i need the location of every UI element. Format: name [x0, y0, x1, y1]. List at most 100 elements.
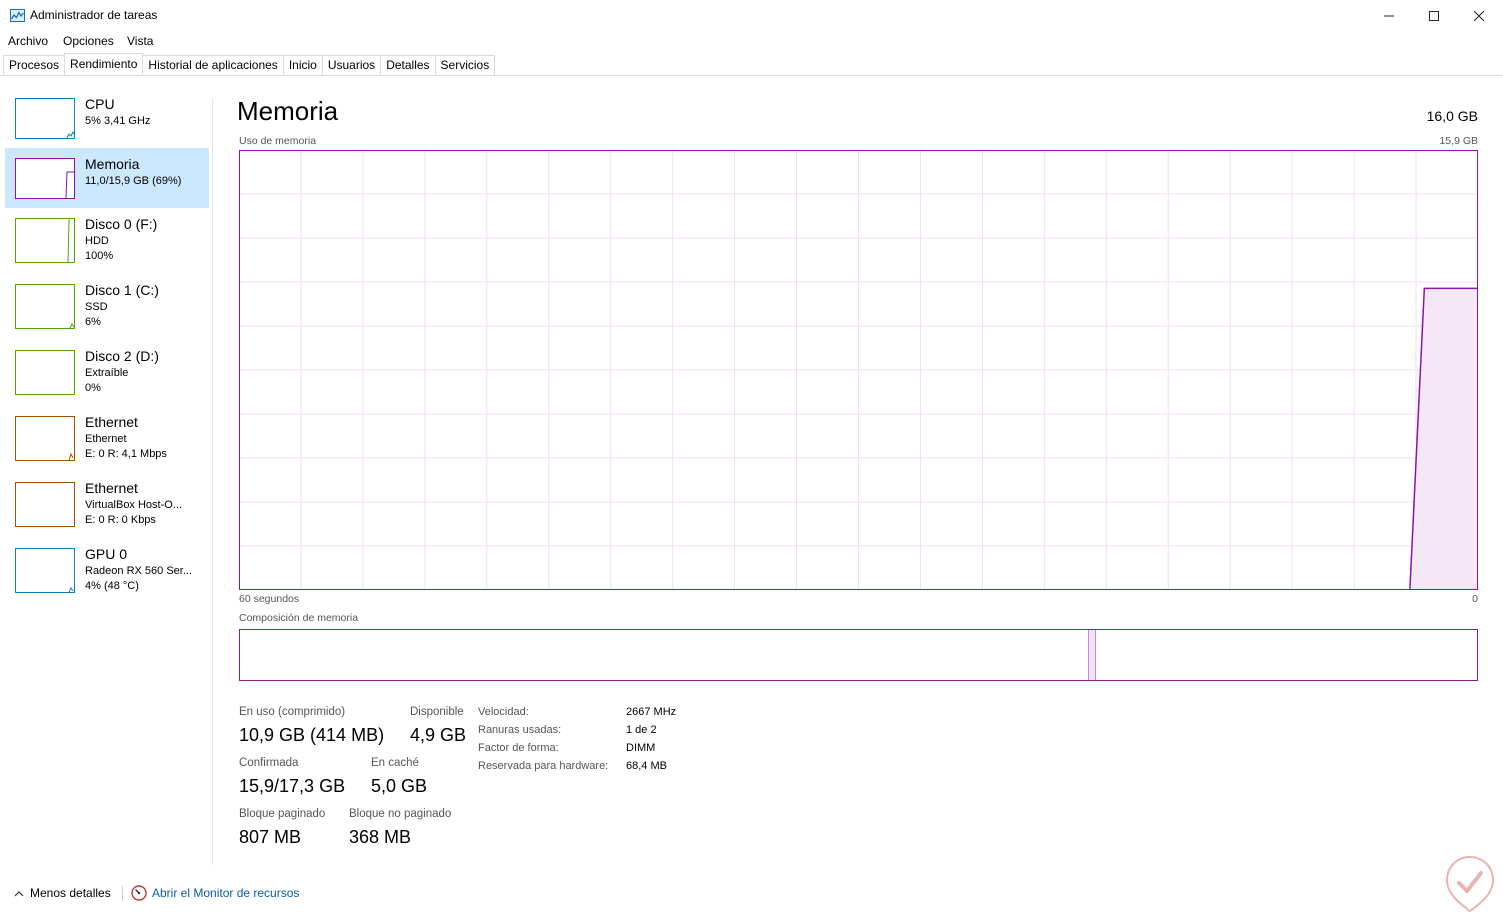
- nonpaged-pool-value: 368 MB: [349, 827, 412, 847]
- speed-value: 2667 MHz: [626, 706, 677, 718]
- sidebar-item-cpu[interactable]: CPU 5% 3,41 GHz: [5, 88, 209, 148]
- minimize-button[interactable]: [1366, 0, 1412, 31]
- maximize-icon: [1429, 10, 1439, 21]
- sidebar-item-detail: Ethernet: [85, 433, 127, 445]
- sidebar-item-name: CPU: [85, 96, 115, 112]
- tab-usuarios[interactable]: Usuarios: [321, 55, 382, 76]
- committed-value: 15,9/17,3 GB: [239, 776, 346, 796]
- available-label: Disponible: [410, 706, 464, 718]
- usage-chart-label: Uso de memoria: [239, 135, 317, 147]
- sidebar-item-name: Ethernet: [85, 480, 138, 496]
- open-resource-monitor-link[interactable]: Abrir el Monitor de recursos: [131, 885, 299, 901]
- nonpaged-pool-label: Bloque no paginado: [349, 808, 452, 820]
- tab-rendimiento[interactable]: Rendimiento: [64, 53, 144, 75]
- gpu-thumbnail: [15, 548, 75, 593]
- sidebar-item-name: Ethernet: [85, 414, 138, 430]
- resource-monitor-label: Abrir el Monitor de recursos: [152, 886, 300, 900]
- tab-inicio[interactable]: Inicio: [282, 55, 323, 76]
- sidebar-item-name: Memoria: [85, 156, 140, 172]
- sidebar-item-detail: 5% 3,41 GHz: [85, 115, 151, 127]
- composition-modified: [1088, 630, 1096, 680]
- usage-chart-max: 15,9 GB: [1439, 135, 1478, 147]
- form-factor-label: Factor de forma:: [478, 742, 559, 754]
- memory-usage-chart: [239, 150, 1478, 590]
- sidebar-item-detail: 11,0/15,9 GB (69%): [85, 175, 182, 187]
- sidebar-item-disco-0[interactable]: Disco 0 (F:) HDD 100%: [5, 208, 209, 274]
- hardware-reserved-value: 68,4 MB: [626, 760, 667, 772]
- form-factor-value: DIMM: [626, 742, 656, 754]
- speed-label: Velocidad:: [478, 706, 529, 718]
- sidebar-item-ethernet[interactable]: Ethernet Ethernet E: 0 R: 4,1 Mbps: [5, 406, 209, 472]
- sidebar-item-usage: 100%: [85, 250, 114, 262]
- sidebar-item-name: Disco 0 (F:): [85, 216, 158, 232]
- network-thumbnail: [15, 482, 75, 527]
- slots-label: Ranuras usadas:: [478, 724, 562, 736]
- close-icon: [1474, 10, 1484, 21]
- sidebar-item-usage: 6%: [85, 316, 101, 328]
- menu-vista[interactable]: Vista: [127, 34, 153, 48]
- disk-thumbnail: [15, 218, 75, 263]
- maximize-button[interactable]: [1411, 0, 1457, 31]
- sidebar-item-name: Disco 1 (C:): [85, 282, 159, 298]
- sidebar-item-memoria[interactable]: Memoria 11,0/15,9 GB (69%): [5, 148, 209, 208]
- disk-thumbnail: [15, 284, 75, 329]
- menu-opciones[interactable]: Opciones: [63, 34, 114, 48]
- composition-in-use: [240, 630, 1088, 680]
- title-bar: Administrador de tareas: [0, 0, 1503, 31]
- sidebar-item-name: Disco 2 (D:): [85, 348, 159, 364]
- available-value: 4,9 GB: [410, 725, 467, 745]
- x-axis-right-label: 0: [1472, 593, 1478, 605]
- network-thumbnail: [15, 416, 75, 461]
- menu-archivo[interactable]: Archivo: [8, 34, 48, 48]
- memory-composition-bar: [239, 629, 1478, 681]
- chevron-up-icon: [14, 890, 24, 896]
- disk-thumbnail: [15, 350, 75, 395]
- sidebar-item-disco-1[interactable]: Disco 1 (C:) SSD 6%: [5, 274, 209, 340]
- cached-value: 5,0 GB: [371, 776, 428, 796]
- fewer-details-label: Menos detalles: [30, 886, 111, 900]
- sidebar-item-ethernet-virtualbox[interactable]: Ethernet VirtualBox Host-O... E: 0 R: 0 …: [5, 472, 209, 538]
- window-title: Administrador de tareas: [30, 8, 158, 22]
- footer-bar: Menos detalles Abrir el Monitor de recur…: [0, 880, 1503, 908]
- page-title: Memoria: [237, 96, 339, 126]
- watermark-logo: [1445, 855, 1495, 913]
- sidebar-item-detail: HDD: [85, 235, 109, 247]
- sidebar-item-usage: 0%: [85, 382, 101, 394]
- sidebar-item-disco-2[interactable]: Disco 2 (D:) Extraíble 0%: [5, 340, 209, 406]
- in-use-value: 10,9 GB (414 MB): [239, 725, 385, 745]
- cpu-thumbnail: [15, 98, 75, 139]
- sidebar-item-gpu-0[interactable]: GPU 0 Radeon RX 560 Ser... 4% (48 °C): [5, 538, 209, 604]
- in-use-label: En uso (comprimido): [239, 706, 346, 718]
- paged-pool-label: Bloque paginado: [239, 808, 326, 820]
- sidebar-item-detail: SSD: [85, 301, 108, 313]
- tab-historial[interactable]: Historial de aplicaciones: [142, 55, 284, 76]
- resource-monitor-icon: [131, 885, 147, 901]
- paged-pool-value: 807 MB: [239, 827, 302, 847]
- sidebar-item-usage: E: 0 R: 4,1 Mbps: [85, 448, 167, 460]
- task-manager-icon: [10, 9, 25, 22]
- total-memory: 16,0 GB: [1426, 108, 1478, 124]
- footer-separator: [122, 886, 123, 901]
- sidebar-item-name: GPU 0: [85, 546, 128, 562]
- x-axis-left-label: 60 segundos: [239, 593, 300, 605]
- composition-label: Composición de memoria: [239, 612, 359, 624]
- tab-servicios[interactable]: Servicios: [434, 55, 496, 76]
- slots-value: 1 de 2: [626, 724, 657, 736]
- tab-strip: Procesos Rendimiento Historial de aplica…: [3, 53, 496, 76]
- tab-detalles[interactable]: Detalles: [380, 55, 436, 76]
- close-button[interactable]: [1456, 0, 1502, 31]
- sidebar-item-usage: E: 0 R: 0 Kbps: [85, 514, 156, 526]
- minimize-icon: [1384, 15, 1394, 16]
- sidebar-item-usage: 4% (48 °C): [85, 580, 139, 592]
- chart-grid: [239, 150, 1478, 590]
- fewer-details-button[interactable]: Menos detalles: [14, 886, 111, 900]
- cached-label: En caché: [371, 757, 419, 769]
- sidebar-item-detail: Radeon RX 560 Ser...: [85, 565, 193, 577]
- hardware-reserved-label: Reservada para hardware:: [478, 760, 609, 772]
- sidebar-item-detail: VirtualBox Host-O...: [85, 499, 182, 511]
- tab-procesos[interactable]: Procesos: [3, 55, 66, 76]
- composition-standby: [1096, 630, 1477, 680]
- sidebar-item-detail: Extraíble: [85, 367, 129, 379]
- sidebar-divider: [212, 98, 213, 865]
- memory-thumbnail: [15, 158, 75, 199]
